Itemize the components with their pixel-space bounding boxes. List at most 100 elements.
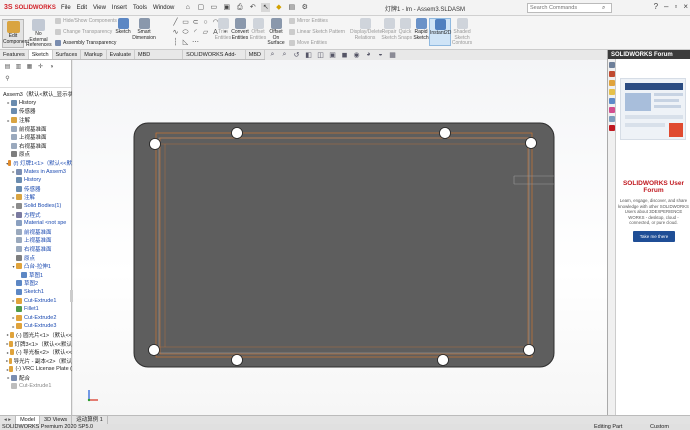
search-commands-box[interactable]: ⌕ <box>527 3 612 13</box>
rebuild-icon[interactable]: ◆ <box>274 3 283 12</box>
zoom-area-icon[interactable]: ⌕ <box>280 51 289 59</box>
tree-item[interactable]: 右视基准面 <box>0 245 72 254</box>
minimize-icon[interactable]: – <box>664 2 668 11</box>
tree-item[interactable]: ▾ 凸台-拉伸1 <box>0 262 72 271</box>
tab-sketch[interactable]: Sketch <box>28 50 53 59</box>
new-file-icon[interactable]: ▢ <box>196 3 205 12</box>
hide-show-components-button[interactable]: Hide/Show Components <box>55 18 117 24</box>
linear-sketch-pattern-button[interactable]: Linear Sketch Pattern <box>289 29 345 35</box>
tree-item[interactable]: ▸ Cut-Extrude1 <box>0 296 72 305</box>
help-icon[interactable]: ? <box>654 2 658 11</box>
options-gear-icon[interactable]: ⚙ <box>300 3 309 12</box>
tree-item[interactable]: 右视基准面 <box>0 142 72 151</box>
tree-item[interactable]: ▸ Solid Bodies(1) <box>0 202 72 211</box>
tree-item[interactable]: 草图1 <box>0 270 72 279</box>
menu-window[interactable]: Window <box>152 5 175 11</box>
tree-item[interactable]: ▸ 方程式 <box>0 210 72 219</box>
fillet-tool-icon[interactable]: ◜ <box>191 28 200 37</box>
mirror-entities-button[interactable]: Mirror Entities <box>289 18 328 24</box>
appearances-icon[interactable] <box>609 107 615 113</box>
tab-markup[interactable]: Markup <box>81 50 107 59</box>
smart-dimension-button[interactable]: Smart Dimension <box>132 18 156 41</box>
mounting-hole[interactable] <box>523 344 535 356</box>
property-manager-tab-icon[interactable]: ▥ <box>14 63 23 72</box>
menu-tools[interactable]: Tools <box>132 5 148 11</box>
chamfer-tool-icon[interactable]: ◺ <box>181 38 190 47</box>
tree-item[interactable]: ▸ 灯牌3<1>（默认<<默认 <box>0 339 72 348</box>
tree-item[interactable]: ▸ Cut-Extrude3 <box>0 322 72 331</box>
tree-item[interactable]: 原点 <box>0 253 72 262</box>
tree-item[interactable]: ▸ History <box>0 99 72 108</box>
tab-surfaces[interactable]: Surfaces <box>53 50 82 59</box>
save-icon[interactable]: ▣ <box>222 3 231 12</box>
assembly-transparency-button[interactable]: Assembly Transparency <box>55 40 116 46</box>
close-icon[interactable]: × <box>683 2 688 11</box>
edit-component-button[interactable]: Edit Component <box>2 19 29 48</box>
tab-mbd[interactable]: MBD <box>246 50 265 59</box>
search-icon[interactable]: ⌕ <box>602 5 605 12</box>
repair-sketch-button[interactable]: Repair Sketch <box>380 18 398 41</box>
mounting-hole[interactable] <box>231 354 243 366</box>
select-arrow-icon[interactable]: ↖ <box>261 3 271 12</box>
configuration-manager-tab-icon[interactable]: ▦ <box>25 63 34 72</box>
circle-tool-icon[interactable]: ○ <box>201 18 210 27</box>
tree-item[interactable]: 传感器 <box>0 185 72 194</box>
custom-properties-icon[interactable] <box>609 116 615 122</box>
tree-item[interactable]: ▸ 注解 <box>0 116 72 125</box>
tree-item[interactable]: 前视基准面 <box>0 124 72 133</box>
search-input[interactable] <box>530 5 602 11</box>
take-me-there-button[interactable]: Take me there <box>633 231 675 242</box>
no-external-references-button[interactable]: No External References <box>26 19 52 49</box>
slot-tool-icon[interactable]: ⊂ <box>191 18 200 27</box>
tree-item[interactable]: 草图2 <box>0 279 72 288</box>
tree-item[interactable]: ▾ (f) 灯牌1<1>（默认<<默 <box>0 159 72 168</box>
rectangle-tool-icon[interactable]: ▭ <box>181 18 190 27</box>
tree-item[interactable]: Material <not spe <box>0 219 72 228</box>
offset-on-surface-button[interactable]: Offset On Surface <box>266 18 286 47</box>
mounting-hole[interactable] <box>148 344 160 356</box>
tree-item[interactable]: ▸ 导光片 - 副本<2>（默认 <box>0 356 72 365</box>
file-properties-icon[interactable]: ▤ <box>287 3 296 12</box>
mounting-hole[interactable] <box>231 127 243 139</box>
mounting-hole[interactable] <box>525 137 537 149</box>
solidworks-logo[interactable]: 3S SOLIDWORKS <box>0 4 60 11</box>
tab-evaluate[interactable]: Evaluate <box>107 50 136 59</box>
spline-tool-icon[interactable]: ∿ <box>171 28 180 37</box>
tree-item[interactable]: ▸ Cut-Extrude2 <box>0 313 72 322</box>
tab-features[interactable]: Features <box>0 50 29 59</box>
tree-item[interactable]: ▸ 注解 <box>0 193 72 202</box>
tree-item[interactable]: 上视基准面 <box>0 236 72 245</box>
feature-tree-tab-icon[interactable]: ▤ <box>3 63 12 72</box>
solidworks-resources-icon[interactable] <box>609 71 615 77</box>
tree-item[interactable]: ▸ (-) 圆光片<1>（默认<< <box>0 331 72 340</box>
instant2d-button[interactable]: Instant2D <box>429 18 451 46</box>
license-plate-body[interactable] <box>133 122 555 368</box>
tree-item[interactable]: 传感器 <box>0 107 72 116</box>
graphics-area[interactable] <box>73 60 607 415</box>
change-transparency-button[interactable]: Change Transparency <box>55 29 112 35</box>
tab-solidworks-addins[interactable]: SOLIDWORKS Add-Ins <box>183 50 246 66</box>
line-tool-icon[interactable]: ╱ <box>171 18 180 27</box>
display-delete-relations-button[interactable]: Display/Delete Relations <box>350 18 382 41</box>
apply-scene-icon[interactable]: ◒ <box>376 51 385 59</box>
convert-entities-button[interactable]: Convert Entities <box>230 18 250 41</box>
menu-view[interactable]: View <box>92 5 107 11</box>
display-manager-tab-icon[interactable]: ◑ <box>47 63 56 72</box>
tree-item[interactable]: 前视基准面 <box>0 228 72 237</box>
units-custom[interactable]: Custom <box>650 424 669 430</box>
dimxpert-tab-icon[interactable]: ✛ <box>36 63 45 72</box>
tab-mbd-dimensions[interactable]: MBD Dimensions <box>135 50 184 66</box>
previous-view-icon[interactable]: ↺ <box>292 51 301 59</box>
hide-show-items-icon[interactable]: ◉ <box>352 51 361 59</box>
centerline-tool-icon[interactable]: ┆ <box>171 38 180 47</box>
view-palette-icon[interactable] <box>609 98 615 104</box>
edit-appearance-icon[interactable]: ◕ <box>364 51 373 59</box>
offset-entities-button[interactable]: Offset Entities <box>249 18 267 41</box>
forum-icon[interactable] <box>609 125 615 131</box>
display-style-icon[interactable]: ◼ <box>340 51 349 59</box>
tree-item[interactable]: Sketch1 <box>0 288 72 297</box>
shaded-sketch-contours-button[interactable]: Shaded Sketch Contours <box>451 18 473 47</box>
mounting-hole[interactable] <box>439 127 451 139</box>
zoom-to-fit-icon[interactable]: ⌕ <box>268 51 277 59</box>
menu-insert[interactable]: Insert <box>111 5 128 11</box>
